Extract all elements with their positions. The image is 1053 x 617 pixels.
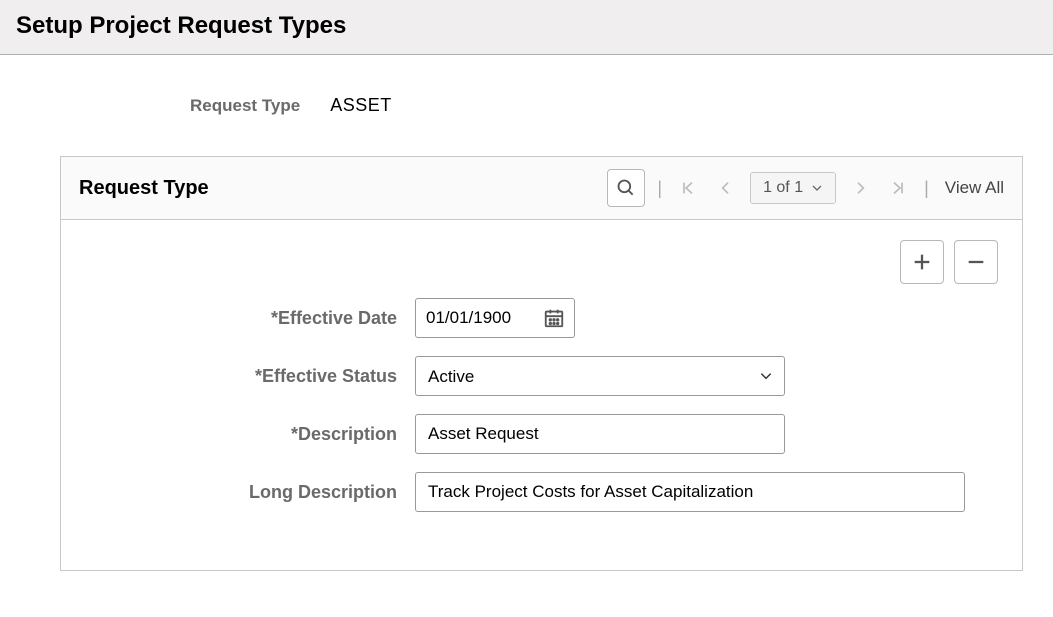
pager-dropdown[interactable]: 1 of 1 — [750, 172, 836, 204]
panel-body: *Effective Date — [61, 220, 1022, 570]
effective-date-label: *Effective Date — [85, 308, 415, 329]
chevron-right-icon — [852, 180, 868, 196]
prev-row-button[interactable] — [712, 174, 740, 202]
panel-header: Request Type | 1 of 1 — [61, 157, 1022, 220]
effective-date-input[interactable] — [416, 302, 536, 334]
first-row-button[interactable] — [674, 174, 702, 202]
panel-title: Request Type — [79, 177, 209, 200]
request-type-value: ASSET — [330, 95, 392, 116]
delete-row-button[interactable] — [954, 240, 998, 284]
effective-date-row: *Effective Date — [85, 298, 998, 338]
effective-date-field-wrap — [415, 298, 575, 338]
effective-status-wrap: Active — [415, 356, 785, 396]
long-description-row: Long Description — [85, 472, 998, 512]
content-area: Request Type ASSET Request Type | 1 of 1 — [0, 55, 1053, 601]
page-header: Setup Project Request Types — [0, 0, 1053, 55]
long-description-label: Long Description — [85, 482, 415, 503]
chevron-left-icon — [718, 180, 734, 196]
add-row-button[interactable] — [900, 240, 944, 284]
next-row-button[interactable] — [846, 174, 874, 202]
row-actions — [85, 240, 998, 284]
description-label: *Description — [85, 424, 415, 445]
description-row: *Description — [85, 414, 998, 454]
description-input[interactable] — [415, 414, 785, 454]
request-type-display: Request Type ASSET — [190, 95, 1023, 116]
request-type-label: Request Type — [190, 96, 300, 116]
last-icon — [890, 180, 906, 196]
request-type-panel: Request Type | 1 of 1 — [60, 156, 1023, 571]
first-icon — [680, 180, 696, 196]
effective-status-label: *Effective Status — [85, 366, 415, 387]
page-title: Setup Project Request Types — [16, 12, 1037, 40]
toolbar-divider: | — [655, 178, 664, 199]
calendar-icon — [543, 307, 565, 329]
calendar-button[interactable] — [536, 300, 572, 336]
pager-text: 1 of 1 — [763, 179, 803, 197]
effective-status-select[interactable]: Active — [415, 356, 785, 396]
search-icon — [616, 178, 636, 198]
find-button[interactable] — [607, 169, 645, 207]
minus-icon — [965, 251, 987, 273]
view-all-link[interactable]: View All — [945, 178, 1004, 198]
panel-controls: | 1 of 1 | View All — [607, 169, 1004, 207]
last-row-button[interactable] — [884, 174, 912, 202]
chevron-down-icon — [811, 182, 823, 194]
long-description-input[interactable] — [415, 472, 965, 512]
plus-icon — [911, 251, 933, 273]
effective-status-row: *Effective Status Active — [85, 356, 998, 396]
toolbar-divider: | — [922, 178, 931, 199]
